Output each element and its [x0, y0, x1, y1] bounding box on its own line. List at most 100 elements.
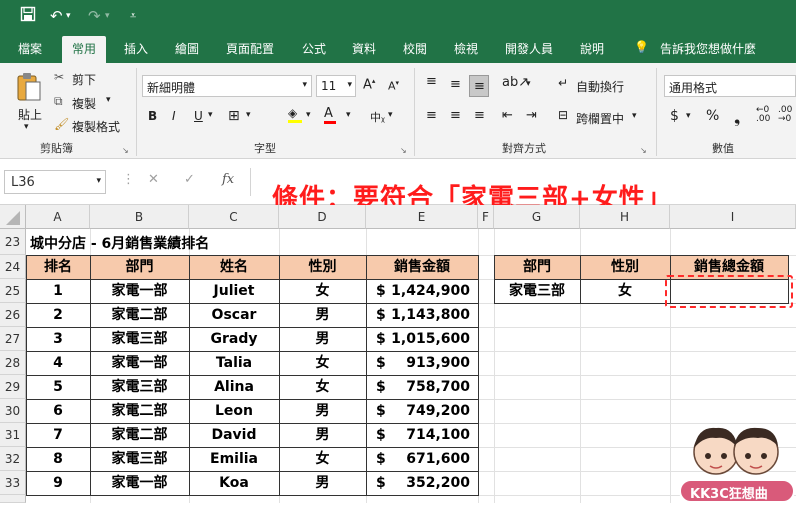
- merge-center-button[interactable]: 跨欄置中: [576, 110, 624, 127]
- row-header-31[interactable]: 31: [0, 423, 26, 447]
- table-row-border: [26, 399, 479, 400]
- group-clipboard: 剪貼簿: [40, 142, 73, 155]
- underline-dropdown-icon[interactable]: ▾: [208, 110, 213, 120]
- phonetic-dropdown-icon[interactable]: ▾: [388, 110, 393, 120]
- redo-icon[interactable]: ↷: [88, 6, 101, 26]
- tab-data[interactable]: 資料: [352, 40, 376, 57]
- paste-icon[interactable]: [16, 72, 42, 102]
- bold-icon[interactable]: B: [148, 109, 157, 123]
- column-header-i[interactable]: I: [670, 205, 796, 229]
- row-header-34[interactable]: 34: [0, 495, 26, 503]
- fx-icon[interactable]: fx: [222, 172, 234, 187]
- tab-view[interactable]: 檢視: [454, 40, 478, 57]
- align-middle-icon[interactable]: ≡: [450, 77, 461, 92]
- row-header-29[interactable]: 29: [0, 375, 26, 399]
- font-launcher-icon[interactable]: ↘: [400, 146, 407, 155]
- row-header-28[interactable]: 28: [0, 351, 26, 375]
- tab-developer[interactable]: 開發人員: [505, 40, 553, 57]
- row-header-25[interactable]: 25: [0, 279, 26, 303]
- table-row-border: [26, 447, 479, 448]
- currency-icon[interactable]: $: [670, 108, 679, 124]
- merge-dropdown-icon[interactable]: ▾: [632, 111, 637, 121]
- column-header-b[interactable]: B: [90, 205, 189, 229]
- align-left-icon[interactable]: ≡: [426, 108, 437, 123]
- align-right-icon[interactable]: ≡: [474, 108, 485, 123]
- border-dropdown-icon[interactable]: ▾: [246, 110, 251, 120]
- fill-color-icon[interactable]: ◈: [288, 106, 302, 123]
- save-icon[interactable]: [20, 6, 36, 27]
- decrease-font-icon[interactable]: A▾: [388, 79, 399, 93]
- enter-icon[interactable]: ✓: [184, 172, 195, 187]
- copy-icon: ⧉: [54, 94, 63, 108]
- decrease-decimal-icon[interactable]: .00 →0: [778, 106, 792, 124]
- wrap-text-icon: ↵: [558, 76, 569, 90]
- align-center-icon[interactable]: ≡: [450, 108, 461, 123]
- row-header-33[interactable]: 33: [0, 471, 26, 495]
- increase-indent-icon[interactable]: ⇥: [526, 108, 537, 123]
- align-bottom-icon[interactable]: ≡: [469, 75, 489, 97]
- group-number: 數值: [712, 142, 734, 155]
- font-color-dropdown-icon[interactable]: ▾: [346, 110, 351, 120]
- column-header-c[interactable]: C: [189, 205, 279, 229]
- font-size-select[interactable]: 11 ▾: [316, 75, 356, 97]
- select-all-corner[interactable]: [0, 205, 26, 229]
- row-header-27[interactable]: 27: [0, 327, 26, 351]
- chevron-down-icon: ▾: [302, 80, 307, 90]
- increase-decimal-icon[interactable]: ←0.00: [756, 106, 770, 124]
- redo-dropdown-icon[interactable]: ▾: [105, 6, 110, 26]
- phonetic-icon[interactable]: 中ᵪ: [370, 109, 385, 125]
- tab-home[interactable]: 常用: [62, 36, 107, 63]
- copy-dropdown-icon[interactable]: ▾: [106, 95, 111, 105]
- tab-page-layout[interactable]: 頁面配置: [226, 40, 274, 57]
- customize-icon[interactable]: ⩡: [130, 6, 136, 26]
- row-header-24[interactable]: 24: [0, 255, 26, 279]
- row-header-26[interactable]: 26: [0, 303, 26, 327]
- copy-button[interactable]: 複製: [72, 95, 96, 112]
- undo-icon[interactable]: ↶: [50, 6, 63, 26]
- tab-review[interactable]: 校閱: [403, 40, 427, 57]
- number-format-select[interactable]: 通用格式: [664, 75, 796, 97]
- tab-insert[interactable]: 插入: [124, 40, 148, 57]
- italic-icon[interactable]: I: [172, 109, 176, 123]
- name-box[interactable]: L36 ▾: [4, 170, 106, 194]
- row-header-32[interactable]: 32: [0, 447, 26, 471]
- column-header-e[interactable]: E: [366, 205, 478, 229]
- paste-dropdown-icon[interactable]: ▾: [24, 122, 29, 132]
- format-painter-button[interactable]: 複製格式: [72, 118, 120, 135]
- tell-me-search[interactable]: 告訴我您想做什麼: [660, 40, 756, 57]
- increase-font-icon[interactable]: A▴: [363, 77, 375, 92]
- column-header-g[interactable]: G: [494, 205, 580, 229]
- sheet-title[interactable]: 城中分店 - 6月銷售業績排名: [30, 233, 209, 253]
- font-name-select[interactable]: 新細明體 ▾: [142, 75, 312, 97]
- comma-style-icon[interactable]: ❟: [734, 108, 740, 128]
- group-separator: [656, 68, 657, 156]
- tab-help[interactable]: 說明: [580, 40, 604, 57]
- border-icon[interactable]: ⊞: [228, 108, 240, 124]
- column-header-a[interactable]: A: [26, 205, 90, 229]
- align-top-icon[interactable]: ≡: [426, 74, 437, 89]
- wrap-text-button[interactable]: 自動換行: [576, 78, 624, 95]
- clipboard-launcher-icon[interactable]: ↘: [122, 146, 129, 155]
- row-header-23[interactable]: 23: [0, 229, 26, 255]
- alignment-launcher-icon[interactable]: ↘: [640, 146, 647, 155]
- tab-file[interactable]: 檔案: [18, 40, 42, 57]
- column-header-h[interactable]: H: [580, 205, 670, 229]
- orientation-dropdown-icon[interactable]: ▾: [526, 79, 531, 89]
- tab-draw[interactable]: 繪圖: [175, 40, 199, 57]
- percent-icon[interactable]: %: [706, 108, 719, 124]
- font-color-icon[interactable]: A: [324, 106, 336, 124]
- undo-dropdown-icon[interactable]: ▾: [66, 6, 71, 26]
- fill-color-dropdown-icon[interactable]: ▾: [306, 110, 311, 120]
- tab-formulas[interactable]: 公式: [302, 40, 326, 57]
- column-header-f[interactable]: F: [478, 205, 494, 229]
- cancel-icon[interactable]: ✕: [148, 172, 159, 187]
- paste-button[interactable]: 貼上: [18, 106, 42, 123]
- column-header-d[interactable]: D: [279, 205, 366, 229]
- currency-dropdown-icon[interactable]: ▾: [686, 111, 691, 121]
- lightbulb-icon: 💡: [634, 40, 649, 54]
- row-header-30[interactable]: 30: [0, 399, 26, 423]
- decrease-indent-icon[interactable]: ⇤: [502, 108, 513, 123]
- underline-icon[interactable]: U: [194, 109, 203, 123]
- title-bar: ↶ ▾ ↷ ▾ ⩡: [0, 0, 796, 34]
- cut-button[interactable]: 剪下: [72, 71, 96, 88]
